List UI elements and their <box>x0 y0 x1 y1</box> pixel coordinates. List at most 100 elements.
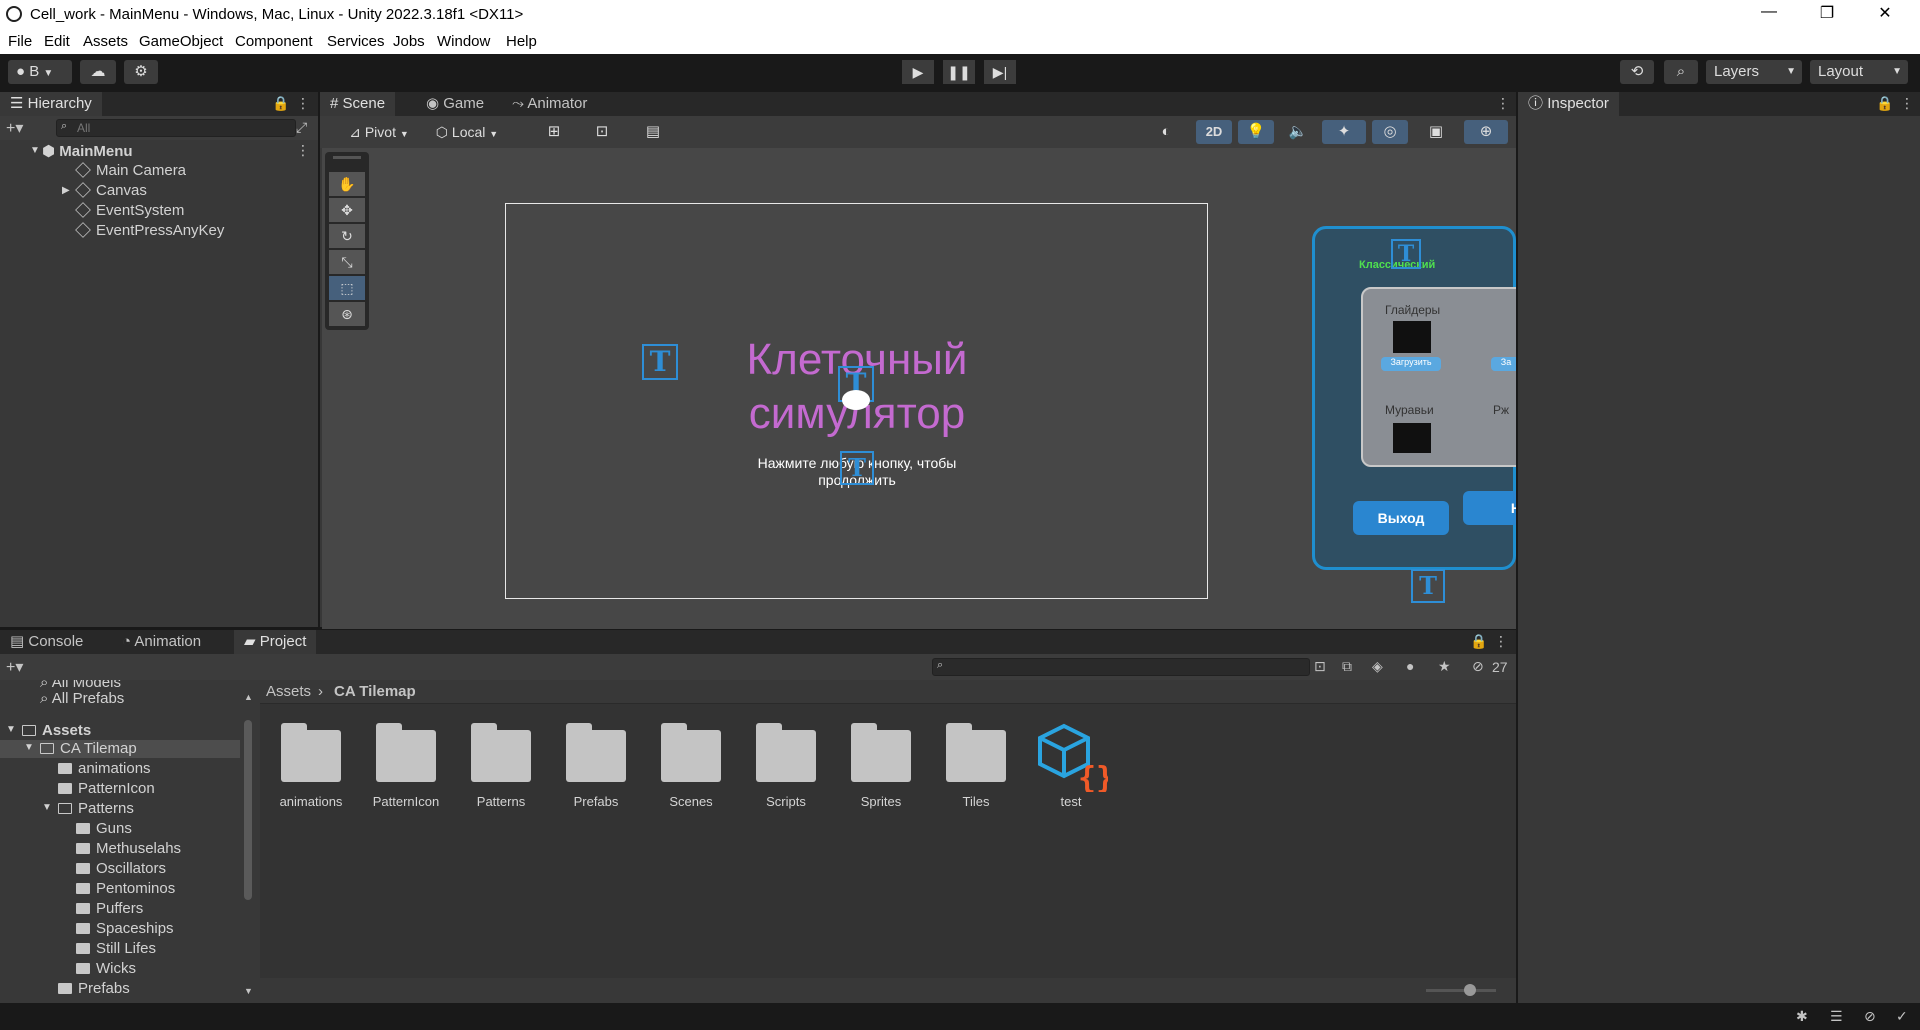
tab-inspector[interactable]: ⓘ Inspector <box>1518 92 1619 116</box>
pause-button[interactable]: ❚❚ <box>943 60 975 84</box>
hidden-objects-toggle[interactable]: ◎ <box>1372 120 1408 144</box>
hierarchy-item-eventpressanykey[interactable]: EventPressAnyKey <box>75 222 224 239</box>
scene-visibility-icon[interactable]: ⤢ <box>296 119 307 136</box>
kebab-menu-icon[interactable]: ⋮ <box>296 95 310 112</box>
tree-scrollbar-thumb[interactable] <box>244 720 252 900</box>
step-button[interactable]: ▶| <box>984 60 1016 84</box>
create-asset-button[interactable]: +▾ <box>6 657 23 677</box>
kebab-menu-icon[interactable]: ⋮ <box>1900 95 1914 112</box>
hierarchy-item-main-camera[interactable]: Main Camera <box>75 162 186 179</box>
hierarchy-item-canvas[interactable]: ▶ Canvas <box>62 182 147 199</box>
asset-folder-patternicon[interactable]: PatternIcon <box>361 720 451 809</box>
search-by-type-icon[interactable]: ⊡ <box>1314 658 1326 675</box>
menu-help[interactable]: Help <box>506 33 537 50</box>
asset-folder-prefabs[interactable]: Prefabs <box>551 720 641 809</box>
load-button[interactable]: Загрузить <box>1381 357 1441 371</box>
check-circle-icon[interactable]: ✓ <box>1896 1008 1908 1025</box>
asset-folder-patterns[interactable]: Patterns <box>456 720 546 809</box>
tree-still-lifes[interactable]: Still Lifes <box>76 940 156 957</box>
tree-oscillators[interactable]: Oscillators <box>76 860 166 877</box>
toggle-2d-button[interactable]: 2D <box>1196 120 1232 144</box>
lock-icon[interactable]: 🔒 <box>272 95 289 112</box>
asset-folder-scenes[interactable]: Scenes <box>646 720 736 809</box>
menu-jobs[interactable]: Jobs <box>393 33 425 50</box>
scene-viewport[interactable]: ✋ ✥ ↻ ⤡ ⬚ ⊛ T Клеточный симулятор T Нажм… <box>322 148 1516 629</box>
search-button[interactable]: ⌕ <box>1664 60 1698 84</box>
menu-component[interactable]: Component <box>235 33 313 50</box>
hand-tool-button[interactable]: ✋ <box>329 172 365 196</box>
tab-animator[interactable]: ⤳ Animator <box>502 92 597 116</box>
warning-icon[interactable]: ● <box>1406 658 1414 674</box>
menu-assets[interactable]: Assets <box>83 33 128 50</box>
icon-size-slider-handle[interactable] <box>1464 984 1476 996</box>
scene-kebab-icon[interactable]: ⋮ <box>296 142 310 159</box>
camera-gizmo-icon[interactable] <box>842 390 870 410</box>
transform-tool-button[interactable]: ⊛ <box>329 302 365 326</box>
add-object-button[interactable]: +▾ <box>6 118 23 138</box>
cloud-button[interactable]: ☁ <box>80 60 116 84</box>
asset-folder-scripts[interactable]: Scripts <box>741 720 831 809</box>
menu-gameobject[interactable]: GameObject <box>139 33 223 50</box>
tab-animation[interactable]: ◔ Animation <box>112 630 211 654</box>
text-gizmo-icon[interactable]: T <box>1391 239 1421 269</box>
palette-grip[interactable] <box>333 156 361 159</box>
search-by-label-icon[interactable]: ⧉ <box>1342 658 1352 675</box>
asset-folder-animations[interactable]: animations <box>266 720 356 809</box>
menu-edit[interactable]: Edit <box>44 33 70 50</box>
asset-script-test[interactable]: {} test <box>1026 720 1116 809</box>
maximize-button[interactable]: ❐ <box>1804 3 1850 27</box>
tab-scene[interactable]: # Scene <box>320 92 396 116</box>
hidden-packages-icon[interactable]: ⊘ <box>1472 658 1484 675</box>
menu-window[interactable]: Window <box>437 33 490 50</box>
hierarchy-scene-row[interactable]: ▼ ⬢ MainMenu <box>30 142 133 160</box>
grid-snap-button[interactable]: ⊞ <box>534 120 574 144</box>
favorite-all-prefabs[interactable]: ⌕ All Prefabs <box>40 690 124 707</box>
tab-project[interactable]: ▰ Project <box>234 630 317 654</box>
tag-icon[interactable]: ◈ <box>1372 658 1383 675</box>
scroll-down-icon[interactable]: ▼ <box>244 986 253 996</box>
hierarchy-item-eventsystem[interactable]: EventSystem <box>75 202 184 219</box>
text-gizmo-icon[interactable]: T <box>1411 569 1445 603</box>
lock-icon[interactable]: 🔒 <box>1470 633 1487 650</box>
scroll-up-icon[interactable]: ▲ <box>244 692 253 702</box>
grid-visual-button[interactable]: ▤ <box>630 120 676 144</box>
expand-arrow-icon[interactable]: ▼ <box>24 742 34 753</box>
load-button-2[interactable]: За <box>1491 357 1516 371</box>
tree-animations[interactable]: animations <box>58 760 151 777</box>
layers-status-icon[interactable]: ☰ <box>1830 1008 1843 1025</box>
star-icon[interactable]: ★ <box>1438 658 1451 675</box>
tree-ca-tilemap[interactable]: ▼ CA Tilemap <box>24 740 137 757</box>
minimize-button[interactable]: — <box>1746 3 1792 27</box>
text-gizmo-icon[interactable]: T <box>840 451 874 485</box>
layout-dropdown[interactable]: Layout ▼ <box>1810 60 1908 84</box>
expand-arrow-icon[interactable]: ▼ <box>6 724 16 735</box>
menu-services[interactable]: Services <box>327 33 385 50</box>
local-dropdown[interactable]: ⬡ Local ▼ <box>426 120 508 144</box>
tree-assets-root[interactable]: ▼ Assets <box>6 722 91 739</box>
tree-prefabs[interactable]: Prefabs <box>58 980 130 997</box>
exit-button[interactable]: Выход <box>1353 501 1449 535</box>
scale-tool-button[interactable]: ⤡ <box>329 250 365 274</box>
tree-methuselahs[interactable]: Methuselahs <box>76 840 181 857</box>
partial-button[interactable]: Н <box>1463 491 1516 525</box>
asset-folder-tiles[interactable]: Tiles <box>931 720 1021 809</box>
text-gizmo-icon[interactable]: T <box>642 344 678 380</box>
gizmos-dropdown[interactable]: ⊕ <box>1464 120 1508 144</box>
audio-toggle[interactable]: 🔈 <box>1280 120 1316 144</box>
tree-wicks[interactable]: Wicks <box>76 960 136 977</box>
play-button[interactable]: ▶ <box>902 60 934 84</box>
tree-puffers[interactable]: Puffers <box>76 900 143 917</box>
rect-tool-button[interactable]: ⬚ <box>329 276 365 300</box>
lighting-toggle[interactable]: 💡 <box>1238 120 1274 144</box>
rotate-tool-button[interactable]: ↻ <box>329 224 365 248</box>
tree-spaceships[interactable]: Spaceships <box>76 920 174 937</box>
breadcrumb-assets[interactable]: Assets <box>266 683 311 700</box>
move-tool-button[interactable]: ✥ <box>329 198 365 222</box>
close-button[interactable]: ✕ <box>1862 3 1908 27</box>
camera-dropdown[interactable]: ▣ <box>1414 120 1458 144</box>
lighting-status-icon[interactable]: ⊘ <box>1864 1008 1876 1025</box>
tree-pentominos[interactable]: Pentominos <box>76 880 175 897</box>
tree-patternicon[interactable]: PatternIcon <box>58 780 155 797</box>
breadcrumb-ca-tilemap[interactable]: CA Tilemap <box>334 683 416 700</box>
asset-folder-sprites[interactable]: Sprites <box>836 720 926 809</box>
